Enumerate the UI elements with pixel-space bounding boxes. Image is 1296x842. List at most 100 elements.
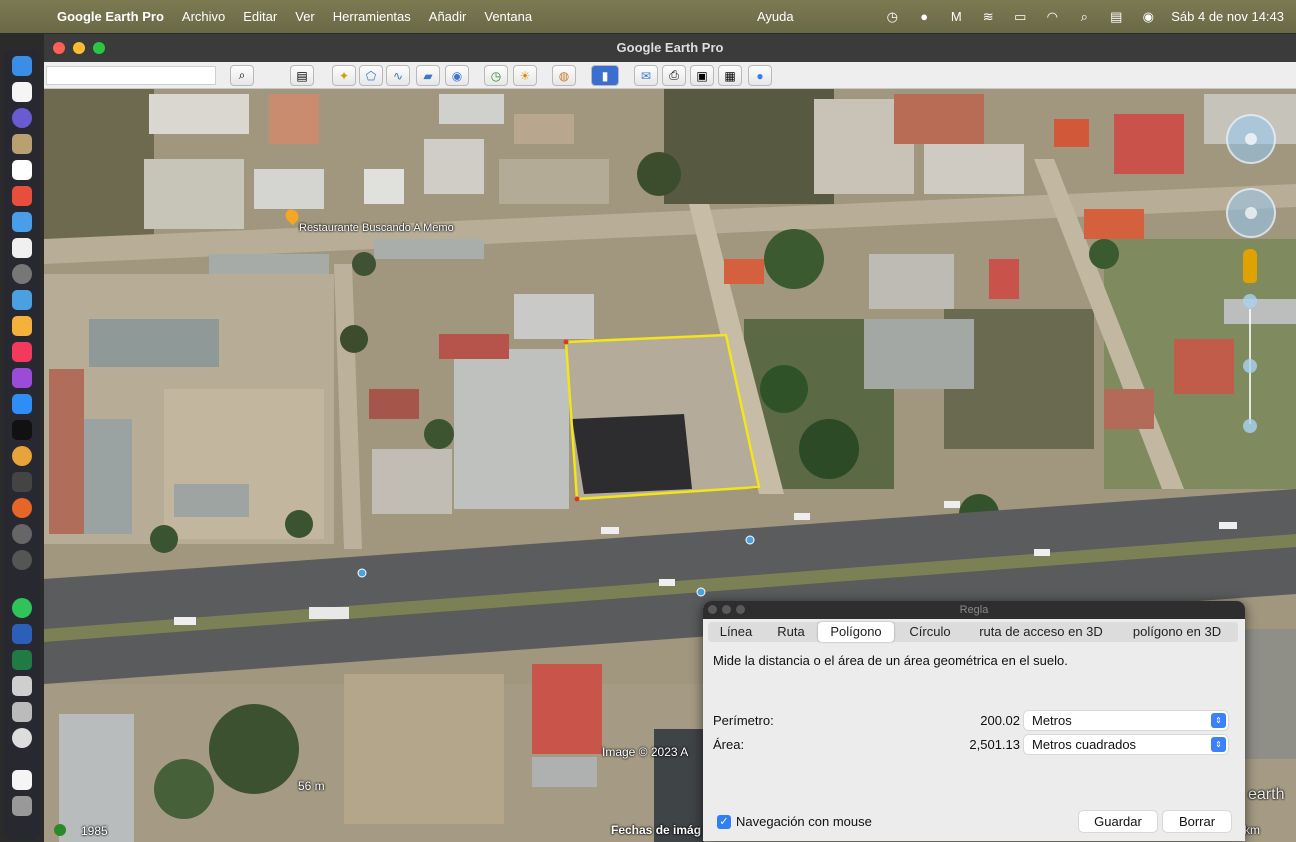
ruler-title: Regla	[959, 604, 989, 616]
ruler-tabs: Línea Ruta Polígono Círculo ruta de acce…	[708, 622, 1238, 642]
close-window-button[interactable]	[53, 42, 65, 54]
add-placemark-button[interactable]: ✦	[332, 65, 356, 86]
excel-icon[interactable]	[12, 650, 32, 670]
view-in-maps-button[interactable]: ▦	[718, 65, 742, 86]
search-button[interactable]: ⌕	[230, 65, 254, 86]
menu-archivo[interactable]: Archivo	[173, 9, 234, 24]
sunlight-button[interactable]: ☀	[513, 65, 537, 86]
record-tour-button[interactable]: ◉	[445, 65, 469, 86]
zoom-in-button[interactable]	[1243, 294, 1257, 308]
calendar-icon[interactable]	[12, 82, 32, 102]
user-icon[interactable]: ●	[915, 9, 933, 25]
timeline-year: 1985	[81, 824, 108, 838]
finder-icon[interactable]	[12, 56, 32, 76]
menu-ayuda[interactable]: Ayuda	[748, 9, 803, 24]
malwarebytes-icon[interactable]: M	[947, 9, 965, 25]
notes-icon[interactable]	[12, 160, 32, 180]
save-button[interactable]: Guardar	[1079, 811, 1157, 832]
area-unit-value: Metros cuadrados	[1032, 737, 1137, 752]
move-joystick[interactable]	[1226, 188, 1276, 238]
historical-imagery-button[interactable]: ◷	[484, 65, 508, 86]
mouse-navigation-label[interactable]: Navegación con mouse	[736, 814, 872, 829]
trash-icon[interactable]	[12, 796, 32, 816]
ruler-close-button[interactable]	[708, 605, 717, 614]
search-input[interactable]	[46, 66, 216, 85]
mouse-navigation-checkbox[interactable]: ✓	[717, 815, 731, 829]
tab-ruta[interactable]: Ruta	[764, 622, 818, 642]
menu-clock[interactable]: Sáb 4 de nov 14:43	[1171, 9, 1284, 24]
battery-icon[interactable]: ▭	[1011, 9, 1029, 25]
chrome-icon[interactable]	[12, 446, 32, 466]
email-button[interactable]: ✉	[634, 65, 658, 86]
camera-icon[interactable]	[12, 472, 32, 492]
ruler-zoom-button[interactable]	[736, 605, 745, 614]
resolution-icon[interactable]: ≋	[979, 9, 997, 25]
document-icon[interactable]	[12, 770, 32, 790]
control-center-icon[interactable]: ▤	[1107, 9, 1125, 25]
add-path-button[interactable]: ∿	[386, 65, 410, 86]
system-settings-icon[interactable]	[12, 524, 32, 544]
historical-imagery-icon[interactable]	[54, 824, 66, 836]
area-unit-select[interactable]: Metros cuadrados ⇕	[1024, 735, 1228, 754]
earth-gallery-button[interactable]: ●	[748, 65, 772, 86]
zoom-slider-thumb[interactable]	[1243, 359, 1257, 373]
reminders-icon[interactable]	[12, 238, 32, 258]
km-label: km	[1244, 823, 1260, 837]
hand-icon	[1245, 207, 1257, 219]
street-view-pegman-icon[interactable]	[1243, 249, 1257, 283]
launchpad-icon[interactable]	[12, 108, 32, 128]
apple-tv-icon[interactable]	[12, 420, 32, 440]
ruler-description: Mide la distancia o el área de un área g…	[713, 653, 1068, 668]
save-image-button[interactable]: ▣	[690, 65, 714, 86]
menu-anadir[interactable]: Añadir	[420, 9, 476, 24]
calculator-icon[interactable]	[12, 702, 32, 722]
whatsapp-icon[interactable]	[12, 598, 32, 618]
perimeter-label: Perímetro:	[713, 713, 774, 728]
tab-poligono-3d[interactable]: polígono en 3D	[1116, 622, 1238, 642]
sidebar-toggle-button[interactable]: ▤	[290, 65, 314, 86]
app-store-icon[interactable]	[12, 394, 32, 414]
minimize-window-button[interactable]	[73, 42, 85, 54]
print-button[interactable]: ⎙	[662, 65, 686, 86]
tab-ruta-3d[interactable]: ruta de acceso en 3D	[966, 622, 1116, 642]
menu-ver[interactable]: Ver	[286, 9, 324, 24]
photos-icon[interactable]	[12, 186, 32, 206]
menu-ventana[interactable]: Ventana	[475, 9, 541, 24]
planets-button[interactable]: ◍	[552, 65, 576, 86]
podcasts-icon[interactable]	[12, 368, 32, 388]
ruler-button[interactable]: ▮	[591, 65, 619, 86]
word-icon[interactable]	[12, 624, 32, 644]
place-label[interactable]: Restaurante Buscando A Memo	[299, 222, 454, 234]
zoom-window-button[interactable]	[93, 42, 105, 54]
zoom-out-button[interactable]	[1243, 419, 1257, 433]
music-icon[interactable]	[12, 342, 32, 362]
scale-label: 56 m	[298, 779, 325, 793]
help-icon[interactable]	[12, 264, 32, 284]
look-joystick[interactable]	[1226, 114, 1276, 164]
perimeter-unit-select[interactable]: Metros ⇕	[1024, 711, 1228, 730]
clear-button[interactable]: Borrar	[1163, 811, 1231, 832]
time-machine-icon[interactable]: ◷	[883, 9, 901, 25]
add-polygon-button[interactable]: ⬠	[359, 65, 383, 86]
wifi-icon[interactable]: ◠	[1043, 9, 1061, 25]
google-earth-dock-icon[interactable]	[12, 550, 32, 570]
siri-icon[interactable]: ◉	[1139, 9, 1157, 25]
add-overlay-button[interactable]: ▰	[416, 65, 440, 86]
tab-linea[interactable]: Línea	[708, 622, 764, 642]
google-earth-window: Google Earth Pro ⌕ ▤ ✦ ⬠ ∿ ▰ ◉ ◷ ☀ ◍ ▮ ✉…	[44, 34, 1296, 842]
tab-poligono[interactable]: Polígono	[818, 622, 894, 642]
disk-utility-icon[interactable]	[12, 676, 32, 696]
ruler-minimize-button[interactable]	[722, 605, 731, 614]
download-icon[interactable]	[12, 728, 32, 748]
tab-circulo[interactable]: Círculo	[894, 622, 966, 642]
menu-app-name[interactable]: Google Earth Pro	[48, 9, 173, 24]
apps-grid-icon[interactable]	[12, 212, 32, 232]
menu-editar[interactable]: Editar	[234, 9, 286, 24]
menu-herramientas[interactable]: Herramientas	[324, 9, 420, 24]
firefox-icon[interactable]	[12, 498, 32, 518]
map-view[interactable]: Restaurante Buscando A Memo Image © 2023…	[44, 89, 1296, 842]
photos-app-icon[interactable]	[12, 316, 32, 336]
maps-icon[interactable]	[12, 290, 32, 310]
search-icon[interactable]: ⌕	[1075, 9, 1093, 25]
notes-app-icon[interactable]	[12, 134, 32, 154]
